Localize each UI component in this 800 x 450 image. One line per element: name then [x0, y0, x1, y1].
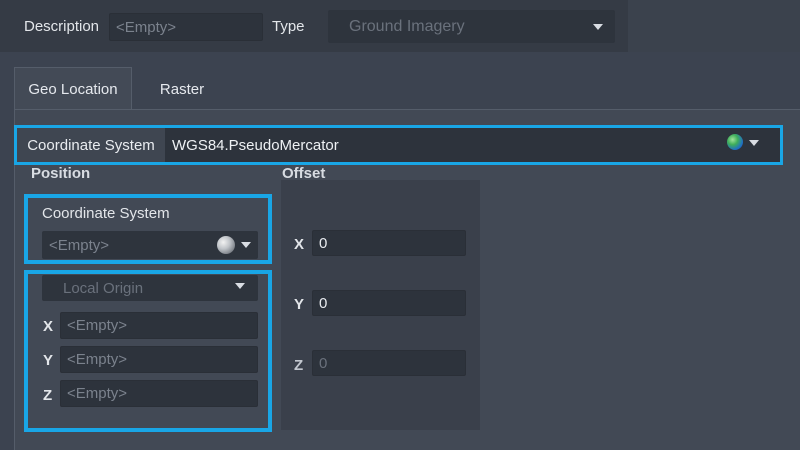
offset-y-label: Y	[294, 296, 305, 313]
offset-x-input[interactable]: 0	[312, 230, 466, 256]
origin-dropdown[interactable]: Local Origin	[42, 275, 258, 301]
offset-z-input: 0	[312, 350, 466, 376]
position-z-label: Z	[43, 387, 53, 404]
position-cs-value: <Empty>	[49, 236, 110, 254]
top-right-panel	[628, 0, 800, 52]
sphere-icon	[217, 236, 235, 254]
coordinate-system-label: Coordinate System	[17, 128, 165, 162]
tab-raster[interactable]: Raster	[132, 67, 232, 111]
position-y-label: Y	[43, 352, 54, 369]
chevron-down-icon	[235, 283, 245, 289]
position-cs-label: Coordinate System	[42, 205, 170, 222]
position-title: Position	[31, 165, 91, 182]
chevron-down-icon[interactable]	[749, 140, 759, 146]
offset-x-label: X	[294, 236, 305, 253]
tab-geo-location[interactable]: Geo Location	[14, 67, 132, 111]
position-cs-dropdown[interactable]: <Empty>	[42, 231, 258, 259]
position-x-label: X	[43, 318, 54, 335]
description-label: Description	[24, 18, 100, 35]
position-x-input[interactable]: <Empty>	[60, 312, 258, 339]
offset-y-input[interactable]: 0	[312, 290, 466, 316]
type-label: Type	[272, 18, 305, 35]
offset-z-label: Z	[294, 357, 304, 374]
tab-geo-location-label: Geo Location	[28, 81, 118, 98]
coordinate-system-value: WGS84.PseudoMercator	[172, 136, 339, 154]
chevron-down-icon	[593, 24, 603, 30]
origin-dropdown-value: Local Origin	[63, 279, 144, 297]
type-dropdown[interactable]: Ground Imagery	[328, 10, 615, 43]
globe-icon[interactable]	[727, 134, 743, 150]
type-dropdown-value: Ground Imagery	[349, 17, 465, 35]
tab-raster-label: Raster	[159, 80, 205, 98]
chevron-down-icon	[241, 242, 251, 248]
position-z-input[interactable]: <Empty>	[60, 380, 258, 407]
position-y-input[interactable]: <Empty>	[60, 346, 258, 373]
description-input[interactable]: <Empty>	[109, 13, 263, 41]
